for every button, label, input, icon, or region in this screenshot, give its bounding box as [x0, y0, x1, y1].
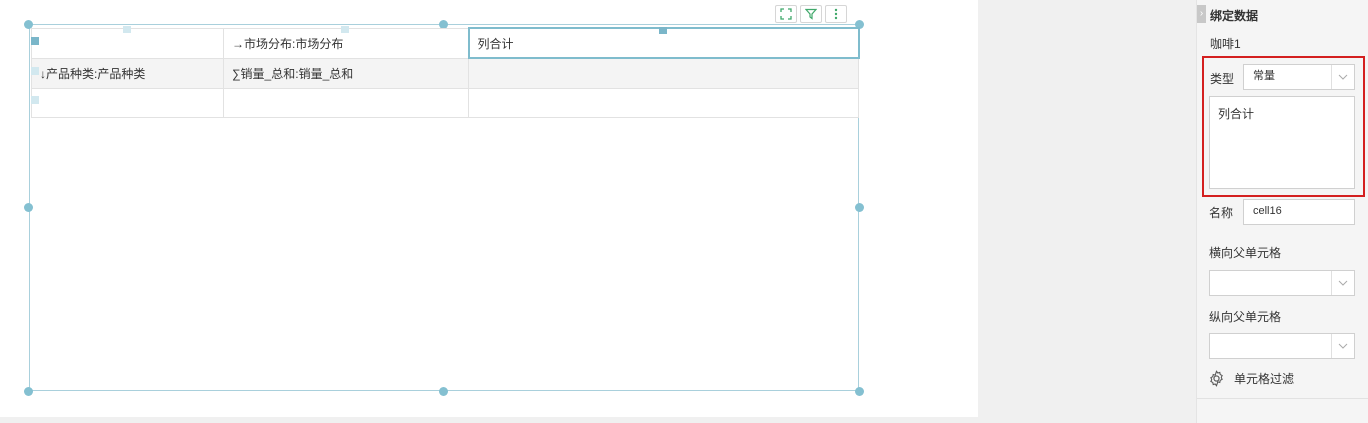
table-cell[interactable] — [468, 87, 859, 118]
report-table: →市场分布:市场分布 列合计 ↓产品种类:产品种类 ∑销量_总和:销量_总和 — [31, 27, 860, 118]
cell-filter-button[interactable]: 单元格过滤 — [1208, 370, 1294, 387]
horizontal-parent-select[interactable] — [1209, 270, 1355, 296]
row-drag-marker[interactable] — [31, 96, 39, 104]
cell-filter-label: 单元格过滤 — [1234, 372, 1295, 386]
resize-handle-bottom[interactable] — [439, 387, 448, 396]
table-cell[interactable] — [31, 87, 224, 118]
resize-handle-bottom-right[interactable] — [855, 387, 864, 396]
table-cell[interactable]: ∑销量_总和:销量_总和 — [223, 57, 469, 89]
gear-icon — [1210, 370, 1223, 387]
more-button[interactable] — [825, 5, 847, 23]
vertical-parent-select[interactable] — [1209, 333, 1355, 359]
resize-handle-right[interactable] — [855, 203, 864, 212]
table-row — [31, 87, 859, 118]
resize-handle-left[interactable] — [24, 203, 33, 212]
filter-button[interactable] — [800, 5, 822, 23]
resize-handle-bottom-left[interactable] — [24, 387, 33, 396]
row-drag-marker[interactable] — [31, 67, 39, 75]
column-drag-marker[interactable] — [341, 26, 349, 33]
chevron-down-icon — [1331, 271, 1354, 295]
table-cell[interactable]: ↓产品种类:产品种类 — [31, 57, 224, 89]
panel-section-title: 绑定数据 — [1210, 9, 1259, 23]
report-canvas: →市场分布:市场分布 列合计 ↓产品种类:产品种类 ∑销量_总和:销量_总和 — [0, 0, 978, 417]
name-input[interactable]: cell16 — [1243, 199, 1355, 225]
table-row: →市场分布:市场分布 列合计 — [31, 27, 860, 59]
vertical-parent-label: 纵向父单元格 — [1209, 310, 1282, 324]
component-toolbar — [775, 5, 847, 23]
panel-divider — [1197, 398, 1368, 399]
filter-icon — [805, 8, 817, 20]
dataset-name: 咖啡1 — [1210, 37, 1241, 51]
horizontal-parent-label: 横向父单元格 — [1209, 246, 1282, 260]
row-drag-marker-selected[interactable] — [31, 37, 39, 45]
collapse-panel-icon[interactable]: › — [1197, 5, 1206, 23]
column-drag-marker[interactable] — [123, 26, 131, 33]
highlight-box — [1202, 56, 1365, 197]
column-drag-marker-selected[interactable] — [659, 27, 667, 34]
more-vertical-icon — [834, 8, 838, 20]
chevron-down-icon — [1331, 334, 1354, 358]
table-cell[interactable] — [468, 57, 859, 89]
table-row: ↓产品种类:产品种类 ∑销量_总和:销量_总和 — [31, 57, 859, 89]
table-cell[interactable] — [223, 87, 469, 118]
expand-button[interactable] — [775, 5, 797, 23]
name-label: 名称 — [1209, 206, 1234, 220]
expand-icon — [780, 8, 792, 20]
